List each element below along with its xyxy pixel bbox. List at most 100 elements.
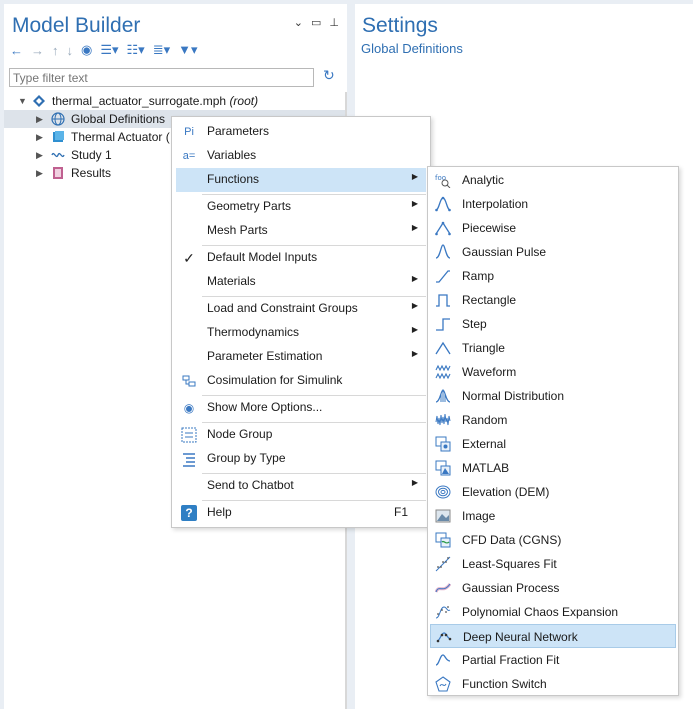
analytic-icon-text: foo — [435, 174, 446, 182]
tree-item-label: Global Definitions — [71, 112, 166, 126]
menu-item-default-model-inputs[interactable]: ✓ Default Model Inputs — [176, 246, 426, 270]
menu-item-label: Partial Fraction Fit — [462, 653, 560, 667]
menu-item-label: Random — [462, 413, 508, 427]
group-by-type-icon — [183, 453, 195, 467]
menu-item-show-more-options[interactable]: ◉ Show More Options... — [176, 396, 426, 420]
list-options-icon[interactable]: ≣▾ — [153, 42, 170, 58]
menu-item-random[interactable]: Random — [430, 408, 676, 432]
tree-item-label: Study 1 — [71, 148, 112, 162]
menu-item-rectangle[interactable]: Rectangle — [430, 288, 676, 312]
menu-item-label: Show More Options... — [207, 400, 323, 414]
chevron-right-icon[interactable]: ▶ — [36, 146, 43, 164]
menu-item-label: Triangle — [462, 341, 505, 355]
menu-item-label: Deep Neural Network — [463, 630, 578, 644]
deep-neural-network-icon — [436, 632, 452, 643]
menu-item-label: MATLAB — [462, 461, 510, 475]
menu-item-functions[interactable]: Functions ▶ — [176, 168, 426, 192]
variables-icon: a= — [182, 150, 196, 162]
menu-item-external[interactable]: External — [430, 432, 676, 456]
menu-item-variables[interactable]: a= Variables — [176, 144, 426, 168]
shortcut-label: F1 — [393, 505, 408, 519]
tree-filter-input[interactable] — [9, 68, 314, 87]
menu-item-geometry-parts[interactable]: Geometry Parts ▶ — [176, 195, 426, 219]
menu-item-help[interactable]: ? Help F1 — [176, 501, 426, 525]
analytic-icon: foo — [435, 174, 451, 188]
submenu-arrow-icon: ▶ — [411, 301, 418, 310]
tree-item-label: Results — [71, 166, 112, 180]
menu-item-node-group[interactable]: Node Group — [176, 423, 426, 447]
polynomial-chaos-icon — [435, 606, 451, 619]
back-arrow-icon[interactable]: ← — [10, 43, 23, 58]
menu-item-label: Analytic — [462, 173, 505, 187]
tree-item-label: Thermal Actuator ( — [71, 130, 170, 144]
node-group-icon — [181, 427, 197, 443]
menu-item-step[interactable]: Step — [430, 312, 676, 336]
expand-all-icon[interactable]: ☰▾ — [100, 42, 118, 58]
menu-item-ramp[interactable]: Ramp — [430, 264, 676, 288]
eye-icon[interactable]: ◉ — [81, 42, 92, 58]
menu-item-function-switch[interactable]: Function Switch — [430, 672, 676, 696]
menu-item-mesh-parts[interactable]: Mesh Parts ▶ — [176, 219, 426, 243]
parameters-icon: Pi — [184, 126, 194, 138]
menu-item-gaussian-pulse[interactable]: Gaussian Pulse — [430, 240, 676, 264]
cfd-data-icon — [435, 532, 451, 548]
chevron-down-icon[interactable]: ⌄ — [294, 16, 303, 29]
cosimulation-icon — [182, 375, 196, 387]
submenu-arrow-icon: ▶ — [411, 349, 418, 358]
collapse-all-icon[interactable]: ☷▾ — [127, 42, 145, 58]
tree-item-suffix: (root) — [229, 94, 259, 108]
menu-item-thermodynamics[interactable]: Thermodynamics ▶ — [176, 321, 426, 345]
ramp-icon — [436, 270, 450, 283]
forward-arrow-icon[interactable]: → — [31, 43, 44, 58]
menu-item-analytic[interactable]: foo Analytic — [430, 168, 676, 192]
menu-item-parameters[interactable]: Pi Parameters — [176, 120, 426, 144]
move-up-icon[interactable]: ↑ — [52, 43, 59, 58]
menu-item-parameter-estimation[interactable]: Parameter Estimation ▶ — [176, 345, 426, 369]
menu-item-send-to-chatbot[interactable]: Send to Chatbot ▶ — [176, 474, 426, 498]
menu-item-elevation-dem[interactable]: Elevation (DEM) — [430, 480, 676, 504]
menu-item-partial-fraction-fit[interactable]: Partial Fraction Fit — [430, 648, 676, 672]
menu-item-triangle[interactable]: Triangle — [430, 336, 676, 360]
component-icon — [53, 131, 64, 142]
tree-item-root[interactable]: ▼ thermal_actuator_surrogate.mph (root) — [4, 92, 347, 110]
menu-item-label: Node Group — [207, 427, 273, 441]
menu-item-waveform[interactable]: Waveform — [430, 360, 676, 384]
build-icon[interactable]: ▼▾ — [178, 42, 197, 58]
menu-item-image[interactable]: Image — [430, 504, 676, 528]
menu-item-group-by-type[interactable]: Group by Type — [176, 447, 426, 471]
menu-item-label: Functions — [207, 172, 260, 186]
menu-item-label: CFD Data (CGNS) — [462, 533, 562, 547]
partial-fraction-fit-icon — [435, 654, 451, 666]
elevation-icon — [435, 485, 451, 499]
pin-icon[interactable]: ⊥ — [329, 16, 339, 29]
submenu-arrow-icon: ▶ — [411, 325, 418, 334]
menu-item-label: Normal Distribution — [462, 389, 565, 403]
refresh-icon[interactable]: ↻ — [323, 67, 335, 84]
menu-item-cosimulation[interactable]: Cosimulation for Simulink — [176, 369, 426, 393]
menu-item-load-and-constraint-groups[interactable]: Load and Constraint Groups ▶ — [176, 297, 426, 321]
menu-item-least-squares-fit[interactable]: Least-Squares Fit — [430, 552, 676, 576]
chevron-right-icon[interactable]: ▶ — [36, 128, 43, 146]
chevron-right-icon[interactable]: ▶ — [36, 110, 43, 128]
menu-item-matlab[interactable]: MATLAB — [430, 456, 676, 480]
functions-submenu: foo Analytic Interpolation Piecewise Gau… — [427, 166, 679, 696]
globe-icon — [51, 112, 65, 126]
menu-item-cfd-data[interactable]: CFD Data (CGNS) — [430, 528, 676, 552]
menu-item-interpolation[interactable]: Interpolation — [430, 192, 676, 216]
menu-item-gaussian-process[interactable]: Gaussian Process — [430, 576, 676, 600]
menu-item-label: Ramp — [462, 269, 495, 283]
menu-item-label: Load and Constraint Groups — [207, 301, 358, 315]
chevron-down-icon[interactable]: ▼ — [18, 92, 27, 110]
menu-item-label: Rectangle — [462, 293, 517, 307]
rectangle-icon — [436, 294, 450, 307]
results-icon — [53, 167, 63, 179]
menu-item-polynomial-chaos-expansion[interactable]: Polynomial Chaos Expansion — [430, 600, 676, 624]
menu-item-piecewise[interactable]: Piecewise — [430, 216, 676, 240]
menu-item-deep-neural-network[interactable]: Deep Neural Network — [430, 624, 676, 648]
menu-item-normal-distribution[interactable]: Normal Distribution — [430, 384, 676, 408]
menu-item-materials[interactable]: Materials ▶ — [176, 270, 426, 294]
maximize-icon[interactable]: ▭ — [311, 16, 321, 29]
move-down-icon[interactable]: ↓ — [67, 43, 74, 58]
waveform-icon — [435, 364, 451, 380]
chevron-right-icon[interactable]: ▶ — [36, 164, 43, 182]
